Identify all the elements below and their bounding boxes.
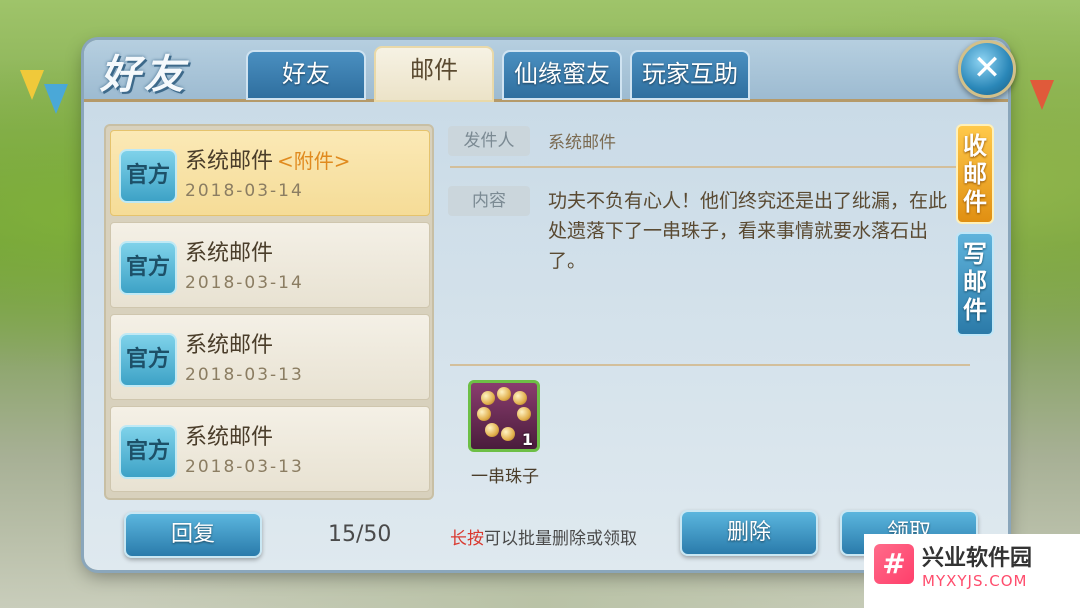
watermark: # 兴业软件园 MYXYJS.COM	[864, 534, 1080, 608]
close-button[interactable]: ✕	[958, 40, 1016, 98]
mail-sender-name: 系统邮件	[185, 425, 274, 450]
mail-date: 2018-03-13	[185, 457, 304, 477]
item-count: 1	[521, 430, 533, 449]
close-icon: ✕	[972, 48, 1002, 88]
content-label: 内容	[448, 186, 530, 216]
mail-sender-name: 系统邮件	[185, 333, 274, 358]
background-flag	[1030, 80, 1054, 110]
official-badge: 官方	[119, 241, 177, 295]
watermark-title: 兴业软件园	[922, 546, 1033, 571]
mail-list-item[interactable]: 官方 系统邮件 2018-03-13	[110, 314, 430, 400]
panel-header: 好友 好友 邮件 仙缘蜜友 玩家互助 ✕	[84, 40, 1016, 102]
divider	[450, 364, 970, 366]
mail-sender: 系统邮件 <附件>	[185, 143, 351, 175]
mail-list-item[interactable]: 官方 系统邮件 2018-03-13	[110, 406, 430, 492]
hash-logo-icon: #	[874, 544, 914, 584]
hint-text: 可以批量删除或领取	[484, 529, 637, 549]
background-flag	[20, 70, 44, 100]
mail-detail: 发件人 系统邮件 内容 功夫不负有心人！他们终究还是出了纰漏，在此处遗落下了一串…	[438, 124, 974, 500]
batch-hint: 长按可以批量删除或领取	[450, 524, 637, 549]
sender-value: 系统邮件	[548, 133, 616, 153]
mail-sender-name: 系统邮件	[185, 241, 274, 266]
side-tab-inbox[interactable]: 收邮件	[956, 124, 994, 224]
official-badge: 官方	[119, 425, 177, 479]
mail-list[interactable]: 官方 系统邮件 <附件> 2018-03-14 官方 系统邮件 2018-03-1…	[104, 124, 434, 500]
attachment-tag: <附件>	[277, 149, 351, 173]
sender-label: 发件人	[448, 126, 530, 156]
mail-content: 功夫不负有心人！他们终究还是出了纰漏，在此处遗落下了一串珠子，看来事情就要水落石…	[548, 190, 948, 272]
mail-date: 2018-03-13	[185, 365, 304, 385]
mail-list-item[interactable]: 官方 系统邮件 <附件> 2018-03-14	[110, 130, 430, 216]
background-flag	[44, 84, 68, 114]
tab-mail[interactable]: 邮件	[374, 46, 494, 102]
mail-count: 15/50	[328, 522, 392, 547]
mail-date: 2018-03-14	[185, 273, 304, 293]
hint-emphasis: 长按	[450, 529, 484, 549]
attachment-item-slot[interactable]: 1	[468, 380, 540, 452]
mail-list-item[interactable]: 官方 系统邮件 2018-03-14	[110, 222, 430, 308]
side-tab-compose[interactable]: 写邮件	[956, 232, 994, 336]
reply-button[interactable]: 回复	[124, 512, 262, 558]
mail-date: 2018-03-14	[185, 181, 304, 201]
delete-button[interactable]: 删除	[680, 510, 818, 556]
tab-player-help[interactable]: 玩家互助	[630, 50, 750, 100]
watermark-subtitle: MYXYJS.COM	[922, 572, 1028, 590]
panel-title: 好友	[100, 51, 188, 98]
mail-panel: 好友 好友 邮件 仙缘蜜友 玩家互助 ✕ 官方 系统邮件 <附件> 2018-03…	[84, 40, 1016, 570]
official-badge: 官方	[119, 149, 177, 203]
mail-sender-name: 系统邮件	[185, 149, 274, 174]
tab-soulmate[interactable]: 仙缘蜜友	[502, 50, 622, 100]
item-name: 一串珠子	[471, 467, 539, 487]
official-badge: 官方	[119, 333, 177, 387]
tab-friends[interactable]: 好友	[246, 50, 366, 100]
divider	[450, 166, 970, 168]
